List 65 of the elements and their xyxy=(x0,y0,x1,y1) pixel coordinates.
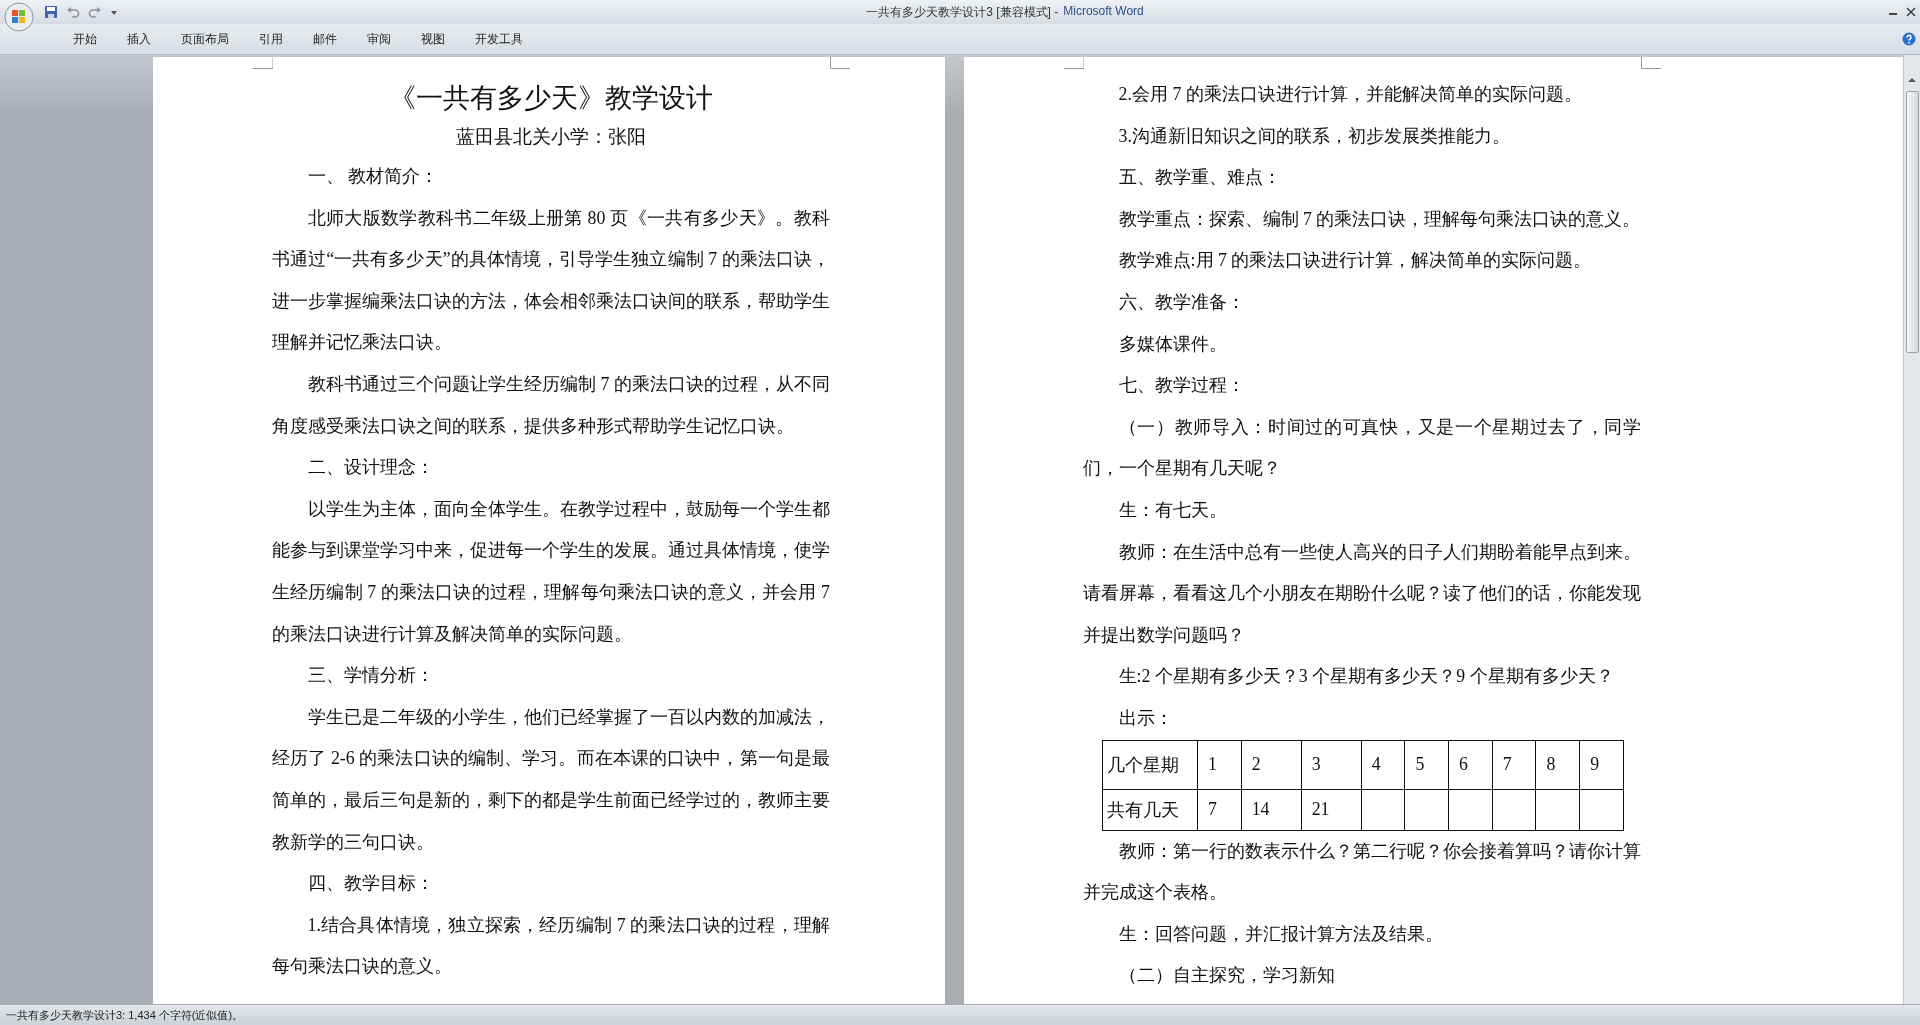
table-cell: 4 xyxy=(1371,754,1381,774)
table-cell: 14 xyxy=(1251,799,1270,819)
ribbon-tab[interactable]: 引用 xyxy=(244,25,298,53)
document-title-text: 《一共有多少天》教学设计 xyxy=(389,83,713,113)
paragraph: 学生已是二年级的小学生，他们已经掌握了一百以内数的加减法，经历了 2-6 的乘法口诀的编制、学习。而在本课的口诀中，第一句是最简单的，最后三句是新的，剩下的都是学生前面已经学过的，教师主要教新学的三句口诀。 xyxy=(272,706,830,852)
paragraph: 教师：在生活中总有一些使人高兴的日子人们期盼着能早点到来。请看屏幕，看看这几个小朋友在期盼什么呢？读了他们的话，你能发现并提出数学问题吗？ xyxy=(1083,541,1641,645)
dropdown-icon[interactable] xyxy=(110,8,118,16)
paragraph: 北师大版数学教科书二年级上册第 80 页《一共有多少天》。教科书通过“一共有多少天”的具体情境，引导学生独立编制 7 的乘法口诀，进一步掌握编乘法口诀的方法，体会相邻乘法口诀间的联系，帮助学生理解并记忆乘法口诀。 xyxy=(272,207,830,353)
paragraph: 一、 教材简介： xyxy=(307,166,439,186)
paragraph: 教学难点:用 7 的乘法口诀进行计算，解决简单的实际问题。 xyxy=(1118,250,1592,271)
table-cell: 几个星期 xyxy=(1107,754,1179,775)
table-cell: 9 xyxy=(1590,754,1600,774)
table-cell: 7 xyxy=(1208,799,1217,819)
ribbon-tab[interactable]: 审阅 xyxy=(352,25,406,53)
paragraph: 生：回答问题，并汇报计算方法及结果。 xyxy=(1118,923,1443,944)
paragraph: 2.会用 7 的乘法口诀进行计算，并能解决简单的实际问题。 xyxy=(1118,84,1582,104)
ribbon-tab[interactable]: 开发工具 xyxy=(460,25,538,53)
table-cell: 7 xyxy=(1502,754,1512,774)
document-title: 一共有多少天教学设计3 [兼容模式] - xyxy=(866,3,1059,21)
paragraph: 教科书通过三个问题让学生经历编制 7 的乘法口诀的过程，从不同角度感受乘法口诀之间的联系，提供多种形式帮助学生记忆口诀。 xyxy=(272,373,830,436)
paragraph: （二）自主探究，学习新知 xyxy=(1118,965,1335,986)
paragraph: 生:2 个星期有多少天？3 个星期有多少天？9 个星期有多少天？ xyxy=(1118,666,1614,687)
table-cell: 6 xyxy=(1459,754,1468,774)
redo-icon[interactable] xyxy=(88,5,102,19)
paragraph: 生：有七天。 xyxy=(1118,499,1227,520)
vertical-scrollbar[interactable] xyxy=(1903,55,1920,1004)
paragraph: 1.结合具体情境，独立探索，经历编制 7 的乘法口诀的过程，理解每句乘法口诀的意义。 xyxy=(272,914,830,977)
table-cell: 共有几天 xyxy=(1107,799,1179,820)
paragraph: 六、教学准备： xyxy=(1118,291,1245,312)
paragraph: 五、教学重、难点： xyxy=(1118,167,1281,188)
table-cell: 2 xyxy=(1251,754,1261,774)
paragraph: （一）教师导入：时间过的可真快，又是一个星期过去了，同学们，一个星期有几天呢？ xyxy=(1083,416,1641,479)
ribbon-tab[interactable]: 页面布局 xyxy=(166,25,244,53)
table-cell: 5 xyxy=(1415,754,1425,774)
paragraph: 四、教学目标： xyxy=(307,873,434,894)
ribbon-tab[interactable]: 视图 xyxy=(406,25,460,53)
scroll-up-icon[interactable] xyxy=(1907,75,1917,85)
paragraph: 多媒体课件。 xyxy=(1118,333,1227,354)
author-line: 蓝田县北关小学：张阳 xyxy=(456,126,646,147)
status-text: 一共有多少天教学设计3: 1,434 个字符(近似值)。 xyxy=(6,1007,244,1023)
paragraph: 以学生为主体，面向全体学生。在教学过程中，鼓励每一个学生都能参与到课堂学习中来，促进每一个学生的发展。通过具体情境，使学生经历编制 7 的乘法口诀的过程，理解每句乘法口诀的意义，并会用 7 的乘法口诀进行计算及解决简单的实际问题。 xyxy=(272,498,830,644)
paragraph: 三、学情分析： xyxy=(307,665,434,686)
crop-mark-icon xyxy=(1064,57,1084,69)
app-name: Microsoft Word xyxy=(1063,3,1144,20)
crop-mark-icon xyxy=(253,57,273,69)
paragraph: 教师：第一行的数表示什么？第二行呢？你会接着算吗？请你计算并完成这个表格。 xyxy=(1083,840,1641,903)
paragraph: 二、设计理念： xyxy=(307,457,434,478)
table-cell: 3 xyxy=(1311,754,1321,774)
save-icon[interactable] xyxy=(44,5,58,19)
ribbon-tab[interactable]: 插入 xyxy=(112,25,166,53)
paragraph: 出示： xyxy=(1118,707,1173,728)
help-icon[interactable] xyxy=(1902,32,1916,46)
table-cell: 8 xyxy=(1546,754,1556,774)
ribbon-tab[interactable]: 开始 xyxy=(58,25,112,53)
table-cell: 21 xyxy=(1311,799,1330,819)
crop-mark-icon xyxy=(1641,57,1661,69)
undo-icon[interactable] xyxy=(66,5,80,19)
scroll-thumb[interactable] xyxy=(1905,91,1919,353)
close-icon[interactable] xyxy=(1906,7,1916,17)
paragraph: 七、教学过程： xyxy=(1118,375,1245,396)
paragraph: 教学重点：探索、编制 7 的乘法口诀，理解每句乘法口诀的意义。 xyxy=(1118,208,1641,229)
paragraph: 3.沟通新旧知识之间的联系，初步发展类推能力。 xyxy=(1118,125,1510,146)
crop-mark-icon xyxy=(830,57,850,69)
ribbon-tab[interactable]: 邮件 xyxy=(298,25,352,53)
table-cell: 1 xyxy=(1208,754,1217,774)
